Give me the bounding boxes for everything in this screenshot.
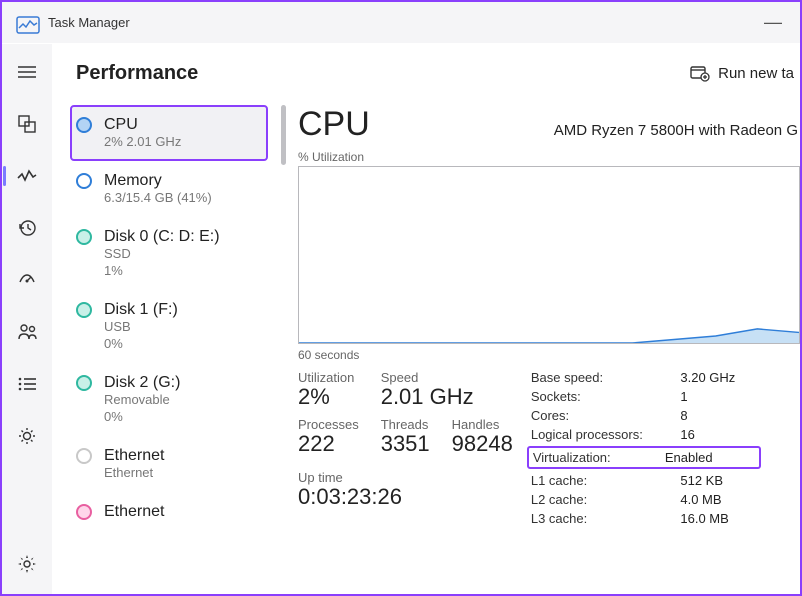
nav-history[interactable]	[7, 208, 47, 248]
stat-value: 8	[680, 408, 760, 423]
resource-sub: Ethernet	[104, 465, 164, 482]
uptime-label: Up time	[298, 470, 513, 485]
nav-users[interactable]	[7, 312, 47, 352]
resource-list: CPU2% 2.01 GHzMemory6.3/15.4 GB (41%)Dis…	[52, 99, 280, 594]
detail-pane: CPU AMD Ryzen 7 5800H with Radeon G % Ut…	[280, 99, 800, 594]
processes-label: Processes	[298, 417, 359, 432]
resource-sub: SSD	[104, 246, 220, 263]
resource-sub2: 1%	[104, 263, 220, 280]
stat-key: L3 cache:	[531, 511, 669, 526]
nav-startup[interactable]	[7, 260, 47, 300]
nav-rail	[2, 44, 52, 594]
resource-sub2: 0%	[104, 336, 178, 353]
resource-item-disk-0-c-d-e-[interactable]: Disk 0 (C: D: E:)SSD1%	[70, 217, 268, 290]
stat-key: Virtualization:	[533, 450, 653, 465]
resource-item-cpu[interactable]: CPU2% 2.01 GHz	[70, 105, 268, 161]
stat-value: 3.20 GHz	[680, 370, 760, 385]
chart-bottom-label: 60 seconds	[298, 348, 800, 362]
utilization-label: Utilization	[298, 370, 359, 385]
stat-value: 16	[680, 427, 760, 442]
stat-value: 512 KB	[680, 473, 760, 488]
stat-value: Enabled	[665, 450, 755, 465]
resource-name: CPU	[104, 115, 181, 134]
detail-header: CPU AMD Ryzen 7 5800H with Radeon G	[298, 105, 800, 144]
nav-performance[interactable]	[7, 156, 47, 196]
chart-top-label: % Utilization	[298, 150, 800, 164]
utilization-value: 2%	[298, 385, 359, 409]
run-new-label: Run new ta	[718, 65, 794, 82]
resource-item-ethernet[interactable]: EthernetEthernet	[70, 436, 268, 492]
handles-label: Handles	[452, 417, 513, 432]
virtualization-row: Virtualization: Enabled	[527, 446, 761, 469]
resource-dot-icon	[76, 448, 92, 464]
resource-sub: 2% 2.01 GHz	[104, 134, 181, 151]
resource-name: Disk 1 (F:)	[104, 300, 178, 319]
resource-name: Disk 2 (G:)	[104, 373, 180, 392]
speed-value: 2.01 GHz	[381, 385, 513, 409]
cpu-model: AMD Ryzen 7 5800H with Radeon G	[554, 122, 798, 139]
detail-title: CPU	[298, 105, 370, 144]
stat-value: 16.0 MB	[680, 511, 760, 526]
stats-left: Utilization 2% Speed 2.01 GHz Processes …	[298, 370, 513, 526]
resource-item-disk-2-g-[interactable]: Disk 2 (G:)Removable0%	[70, 363, 268, 436]
resource-dot-icon	[76, 173, 92, 189]
main: Performance Run new ta CPU2% 2.01 GHzMem…	[2, 44, 800, 594]
stats: Utilization 2% Speed 2.01 GHz Processes …	[298, 370, 800, 526]
resource-sub2: 0%	[104, 409, 180, 426]
resource-dot-icon	[76, 302, 92, 318]
stat-key: Base speed:	[531, 370, 669, 385]
minimize-button[interactable]: —	[764, 12, 782, 33]
resource-dot-icon	[76, 504, 92, 520]
content-header: Performance Run new ta	[52, 44, 800, 99]
nav-services[interactable]	[7, 416, 47, 456]
threads-label: Threads	[381, 417, 430, 432]
stat-value: 4.0 MB	[680, 492, 760, 507]
resource-sub: USB	[104, 319, 178, 336]
handles-value: 98248	[452, 432, 513, 456]
app-icon	[16, 16, 34, 30]
run-new-task-button[interactable]: Run new ta	[690, 65, 794, 82]
stat-key: Cores:	[531, 408, 669, 423]
resource-item-memory[interactable]: Memory6.3/15.4 GB (41%)	[70, 161, 268, 217]
nav-details[interactable]	[7, 364, 47, 404]
content: Performance Run new ta CPU2% 2.01 GHzMem…	[52, 44, 800, 594]
stat-value: 1	[680, 389, 760, 404]
resource-dot-icon	[76, 117, 92, 133]
resource-sub: 6.3/15.4 GB (41%)	[104, 190, 212, 207]
app-title: Task Manager	[48, 15, 130, 30]
resource-name: Ethernet	[104, 502, 164, 521]
processes-value: 222	[298, 432, 359, 456]
resource-name: Disk 0 (C: D: E:)	[104, 227, 220, 246]
threads-value: 3351	[381, 432, 430, 456]
nav-processes[interactable]	[7, 104, 47, 144]
resource-name: Memory	[104, 171, 212, 190]
run-new-icon	[690, 66, 710, 82]
stats-right: Base speed: 3.20 GHz Sockets: 1 Cores: 8 Logic…	[531, 370, 761, 526]
speed-label: Speed	[381, 370, 513, 385]
titlebar: Task Manager —	[2, 2, 800, 44]
stat-key: Sockets:	[531, 389, 669, 404]
stat-key: Logical processors:	[531, 427, 669, 442]
page-title: Performance	[76, 62, 198, 85]
stat-key: L2 cache:	[531, 492, 669, 507]
resource-item-disk-1-f-[interactable]: Disk 1 (F:)USB0%	[70, 290, 268, 363]
resource-name: Ethernet	[104, 446, 164, 465]
hamburger-icon[interactable]	[7, 52, 47, 92]
resource-item-ethernet[interactable]: Ethernet	[70, 492, 268, 531]
body: CPU2% 2.01 GHzMemory6.3/15.4 GB (41%)Dis…	[52, 99, 800, 594]
resource-dot-icon	[76, 375, 92, 391]
nav-settings[interactable]	[7, 544, 47, 584]
uptime-value: 0:03:23:26	[298, 485, 513, 509]
resource-sub: Removable	[104, 392, 180, 409]
utilization-chart[interactable]	[298, 166, 800, 344]
scrollbar[interactable]	[281, 105, 286, 165]
resource-dot-icon	[76, 229, 92, 245]
stat-key: L1 cache:	[531, 473, 669, 488]
